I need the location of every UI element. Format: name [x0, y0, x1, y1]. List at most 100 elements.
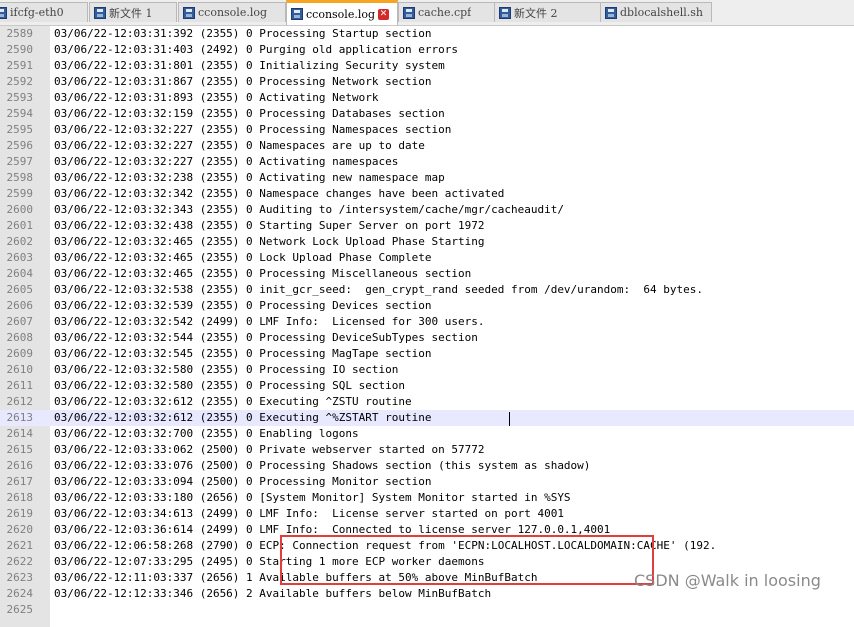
line-text: 03/06/22-12:03:32:343 (2355) 0 Auditing …	[54, 203, 564, 216]
editor-line[interactable]: 2595 03/06/22-12:03:32:227 (2355) 0 Proce…	[0, 122, 854, 138]
line-number: 2618	[6, 491, 34, 504]
tab-6[interactable]: 新文件 2	[494, 2, 602, 22]
editor-line[interactable]: 2596 03/06/22-12:03:32:227 (2355) 0 Names…	[0, 138, 854, 154]
line-number: 2611	[6, 379, 34, 392]
line-number: 2590	[6, 43, 34, 56]
editor-line[interactable]: 2604 03/06/22-12:03:32:465 (2355) 0 Proce…	[0, 266, 854, 282]
line-number: 2592	[6, 75, 34, 88]
line-number: 2614	[6, 427, 34, 440]
line-number: 2620	[6, 523, 34, 536]
editor-line[interactable]: 2605 03/06/22-12:03:32:538 (2355) 0 init_…	[0, 282, 854, 298]
tab-7[interactable]: dblocalshell.sh	[600, 2, 712, 22]
editor-line[interactable]: 2618 03/06/22-12:03:33:180 (2656) 0 [Syst…	[0, 490, 854, 506]
line-number: 2598	[6, 171, 34, 184]
editor-line[interactable]: 2614 03/06/22-12:03:32:700 (2355) 0 Enabl…	[0, 426, 854, 442]
editor-line[interactable]: 2600 03/06/22-12:03:32:343 (2355) 0 Audit…	[0, 202, 854, 218]
editor-line[interactable]: 2599 03/06/22-12:03:32:342 (2355) 0 Names…	[0, 186, 854, 202]
editor-line[interactable]: 2617 03/06/22-12:03:33:094 (2500) 0 Proce…	[0, 474, 854, 490]
tab-label: cache.cpf	[418, 6, 472, 19]
line-text: 03/06/22-12:03:32:438 (2355) 0 Starting …	[54, 219, 485, 232]
editor-line[interactable]: 2589 03/06/22-12:03:31:392 (2355) 0 Proce…	[0, 26, 854, 42]
line-text: 03/06/22-12:03:33:180 (2656) 0 [System M…	[54, 491, 571, 504]
line-number: 2621	[6, 539, 34, 552]
line-number: 2610	[6, 363, 34, 376]
line-text: 03/06/22-12:03:32:465 (2355) 0 Network L…	[54, 235, 485, 248]
editor-line[interactable]: 2619 03/06/22-12:03:34:613 (2499) 0 LMF I…	[0, 506, 854, 522]
editor-line[interactable]: 2611 03/06/22-12:03:32:580 (2355) 0 Proce…	[0, 378, 854, 394]
line-number: 2616	[6, 459, 34, 472]
editor-line[interactable]: 2615 03/06/22-12:03:33:062 (2500) 0 Priva…	[0, 442, 854, 458]
line-text: 03/06/22-12:03:33:062 (2500) 0 Private w…	[54, 443, 485, 456]
editor-line[interactable]: 2612 03/06/22-12:03:32:612 (2355) 0 Execu…	[0, 394, 854, 410]
editor-line[interactable]: 2610 03/06/22-12:03:32:580 (2355) 0 Proce…	[0, 362, 854, 378]
editor-line[interactable]: 2602 03/06/22-12:03:32:465 (2355) 0 Netwo…	[0, 234, 854, 250]
line-text: 03/06/22-12:03:31:893 (2355) 0 Activatin…	[54, 91, 379, 104]
line-number: 2591	[6, 59, 34, 72]
line-number: 2594	[6, 107, 34, 120]
line-number: 2601	[6, 219, 34, 232]
editor-line[interactable]: 2597 03/06/22-12:03:32:227 (2355) 0 Activ…	[0, 154, 854, 170]
line-text: 03/06/22-12:03:31:801 (2355) 0 Initializ…	[54, 59, 445, 72]
tab-4[interactable]: cconsole.log ✕	[286, 0, 398, 25]
tab-label: cconsole.log	[198, 6, 268, 19]
line-number: 2606	[6, 299, 34, 312]
line-text: 03/06/22-12:03:33:094 (2500) 0 Processin…	[54, 475, 432, 488]
editor-line[interactable]: 2601 03/06/22-12:03:32:438 (2355) 0 Start…	[0, 218, 854, 234]
line-text: 03/06/22-12:03:32:542 (2499) 0 LMF Info:…	[54, 315, 485, 328]
editor-line[interactable]: 2594 03/06/22-12:03:32:159 (2355) 0 Proce…	[0, 106, 854, 122]
editor-line[interactable]: 2592 03/06/22-12:03:31:867 (2355) 0 Proce…	[0, 74, 854, 90]
line-number: 2624	[6, 587, 34, 600]
editor-line[interactable]: 2609 03/06/22-12:03:32:545 (2355) 0 Proce…	[0, 346, 854, 362]
line-number: 2622	[6, 555, 34, 568]
save-disk-icon	[605, 6, 617, 19]
editor-line[interactable]: 2625	[0, 602, 854, 618]
tab-label: ifcfg-eth0	[10, 6, 64, 19]
editor-line[interactable]: 2590 03/06/22-12:03:31:403 (2492) 0 Purgi…	[0, 42, 854, 58]
line-number: 2613	[6, 411, 34, 424]
editor-line[interactable]: 2593 03/06/22-12:03:31:893 (2355) 0 Activ…	[0, 90, 854, 106]
line-text: 03/06/22-12:03:32:538 (2355) 0 init_gcr_…	[54, 283, 704, 296]
line-text: 03/06/22-12:03:32:159 (2355) 0 Processin…	[54, 107, 445, 120]
line-number: 2619	[6, 507, 34, 520]
line-text: 03/06/22-12:03:32:580 (2355) 0 Processin…	[54, 363, 399, 376]
text-caret	[509, 412, 510, 426]
line-number: 2605	[6, 283, 34, 296]
watermark-text: CSDN @Walk in loosing	[634, 571, 821, 590]
tab-close-icon[interactable]: ✕	[378, 8, 390, 20]
line-text: 03/06/22-12:03:32:465 (2355) 0 Processin…	[54, 267, 472, 280]
line-number: 2599	[6, 187, 34, 200]
tab-1[interactable]: ifcfg-eth0	[0, 2, 88, 22]
tab-3[interactable]: cconsole.log	[178, 2, 286, 22]
line-text: 03/06/22-12:03:31:403 (2492) 0 Purging o…	[54, 43, 458, 56]
line-number: 2603	[6, 251, 34, 264]
editor-line[interactable]: 2616 03/06/22-12:03:33:076 (2500) 0 Proce…	[0, 458, 854, 474]
line-text: 03/06/22-12:03:32:612 (2355) 0 Executing…	[54, 411, 432, 424]
save-disk-icon	[291, 8, 303, 20]
line-text: 03/06/22-12:03:32:539 (2355) 0 Processin…	[54, 299, 432, 312]
line-number: 2589	[6, 27, 34, 40]
editor-line[interactable]: 2607 03/06/22-12:03:32:542 (2499) 0 LMF I…	[0, 314, 854, 330]
editor-line[interactable]: 2591 03/06/22-12:03:31:801 (2355) 0 Initi…	[0, 58, 854, 74]
line-text: 03/06/22-12:03:31:392 (2355) 0 Processin…	[54, 27, 432, 40]
save-disk-icon	[403, 6, 415, 19]
editor-line[interactable]: 2606 03/06/22-12:03:32:539 (2355) 0 Proce…	[0, 298, 854, 314]
line-number: 2612	[6, 395, 34, 408]
line-text: 03/06/22-12:03:34:613 (2499) 0 LMF Info:…	[54, 507, 564, 520]
line-text: 03/06/22-12:03:32:580 (2355) 0 Processin…	[54, 379, 405, 392]
line-number: 2604	[6, 267, 34, 280]
tab-label: cconsole.log	[306, 7, 376, 21]
editor-line[interactable]: 2603 03/06/22-12:03:32:465 (2355) 0 Lock …	[0, 250, 854, 266]
line-text: 03/06/22-12:03:32:544 (2355) 0 Processin…	[54, 331, 478, 344]
tab-label: 新文件 2	[514, 6, 558, 20]
line-text: 03/06/22-12:03:32:227 (2355) 0 Activatin…	[54, 155, 399, 168]
line-number: 2593	[6, 91, 34, 104]
editor-line[interactable]: 2613 03/06/22-12:03:32:612 (2355) 0 Execu…	[0, 410, 854, 426]
editor-line[interactable]: 2598 03/06/22-12:03:32:238 (2355) 0 Activ…	[0, 170, 854, 186]
editor-line[interactable]: 2608 03/06/22-12:03:32:544 (2355) 0 Proce…	[0, 330, 854, 346]
tab-bar: ifcfg-eth0 新文件 1 cconsole.log cconsole.log ✕…	[0, 0, 854, 26]
line-number: 2609	[6, 347, 34, 360]
tab-5[interactable]: cache.cpf	[398, 2, 506, 22]
save-disk-icon	[0, 6, 7, 19]
line-number: 2596	[6, 139, 34, 152]
tab-2[interactable]: 新文件 1	[89, 2, 177, 22]
